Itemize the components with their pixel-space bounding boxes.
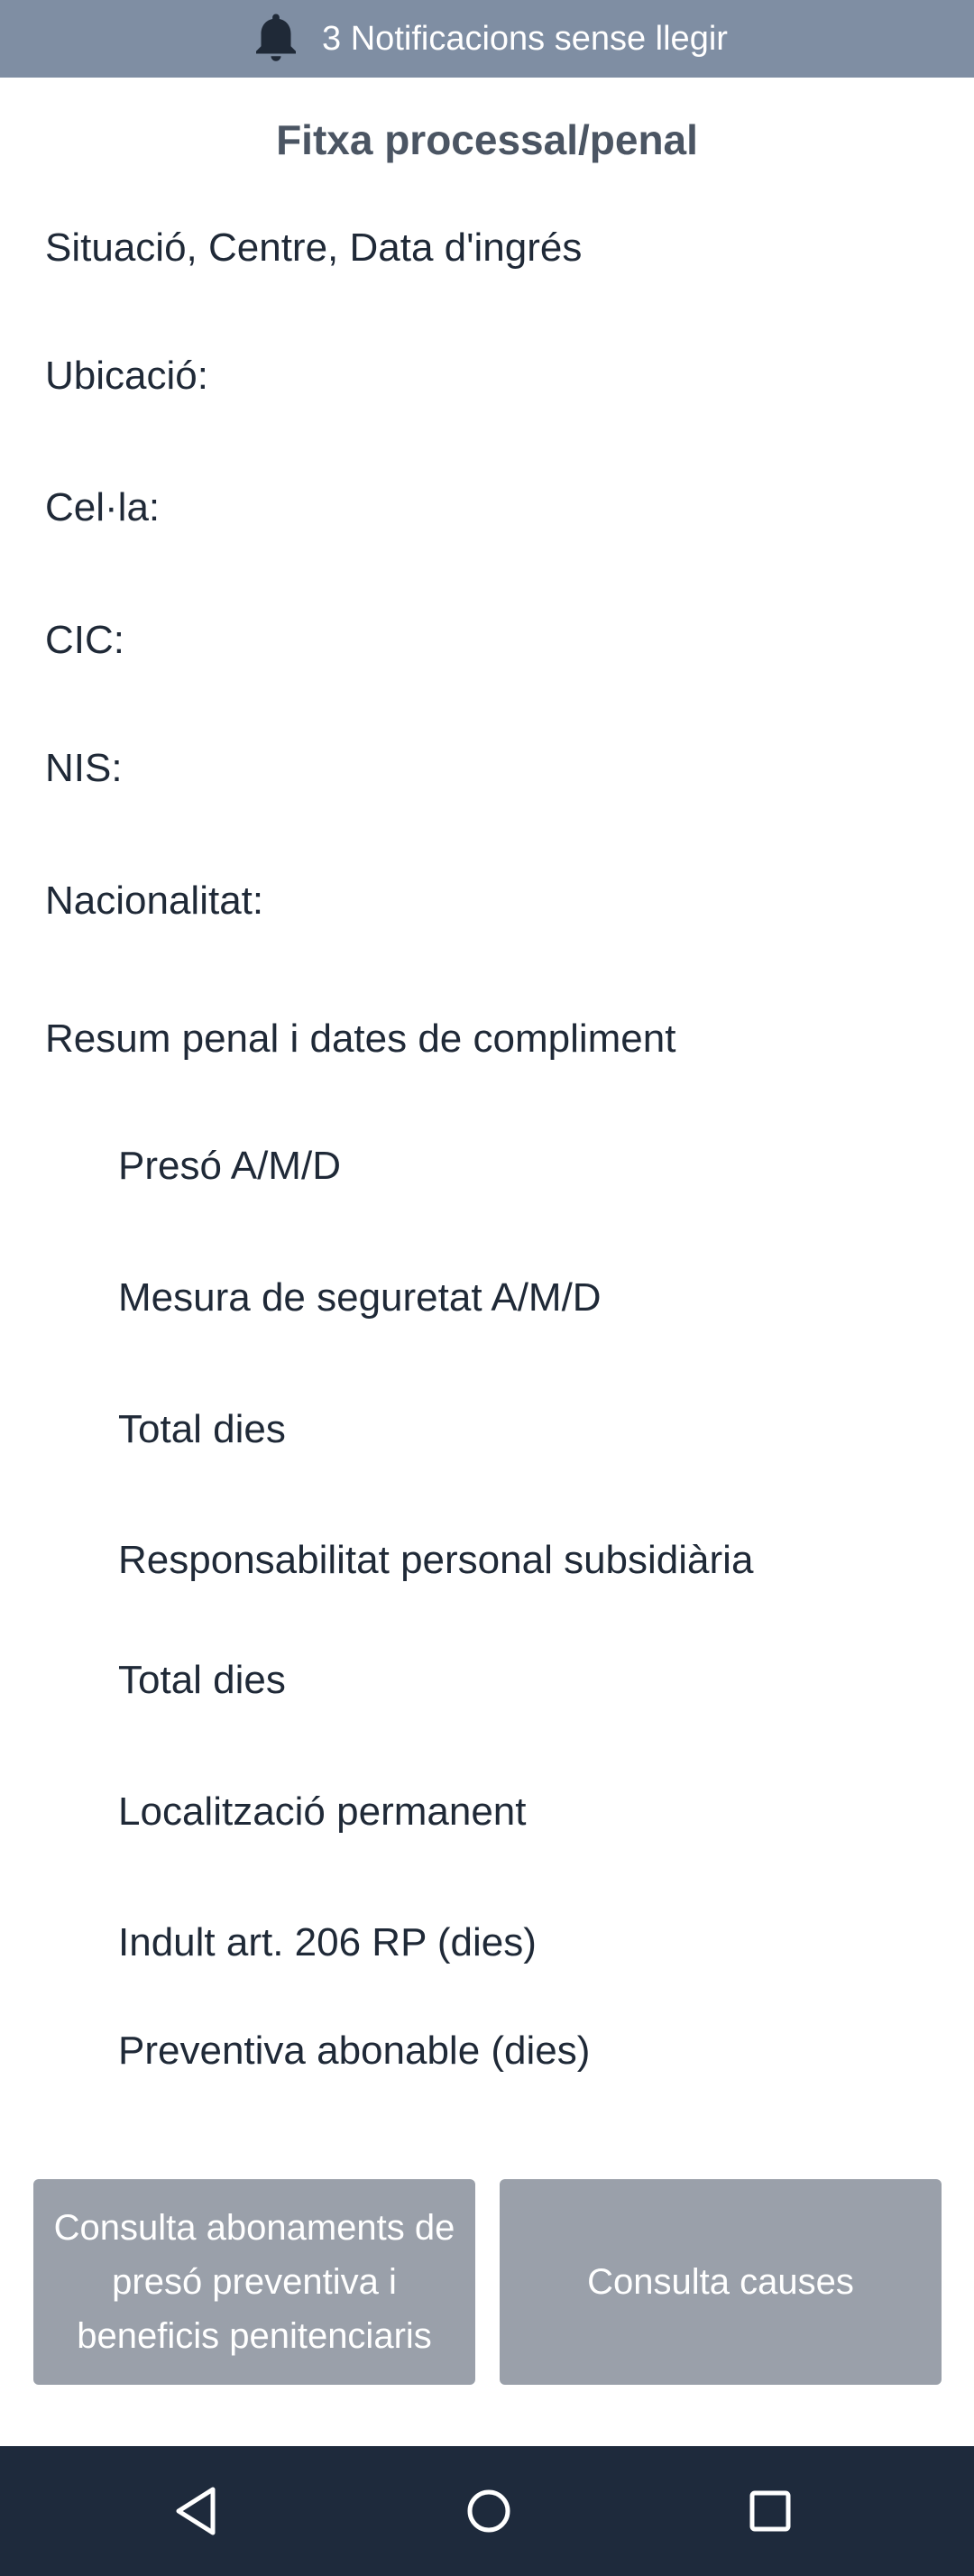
resum-penal-heading: Resum penal i dates de compliment: [45, 1017, 676, 1061]
notification-bar[interactable]: 3 Notificacions sense llegir: [0, 0, 974, 78]
consulta-causes-button[interactable]: Consulta causes: [500, 2179, 942, 2385]
cic-label: CIC:: [45, 618, 124, 662]
total-dies-label-2: Total dies: [118, 1658, 286, 1702]
ubicacio-label: Ubicació:: [45, 354, 208, 398]
home-circle-icon[interactable]: [460, 2482, 518, 2540]
total-dies-label: Total dies: [118, 1407, 286, 1451]
back-triangle-icon[interactable]: [168, 2482, 225, 2540]
cella-label: Cel·la:: [45, 485, 161, 529]
nis-label: NIS:: [45, 746, 123, 790]
system-navigation-bar: [0, 2446, 974, 2576]
preventiva-label: Preventiva abonable (dies): [118, 2029, 591, 2073]
mesura-seguretat-label: Mesura de seguretat A/M/D: [118, 1275, 602, 1320]
consulta-abonaments-button[interactable]: Consulta abonaments de presó preventiva …: [33, 2179, 475, 2385]
recents-square-icon[interactable]: [741, 2482, 799, 2540]
situacio-label: Situació, Centre, Data d'ingrés: [45, 225, 583, 270]
notification-text: 3 Notificacions sense llegir: [322, 19, 728, 58]
indult-label: Indult art. 206 RP (dies): [118, 1920, 537, 1964]
page-title: Fitxa processal/penal: [276, 116, 698, 163]
preso-label: Presó A/M/D: [118, 1144, 341, 1188]
bell-icon: [256, 14, 297, 61]
responsabilitat-label: Responsabilitat personal subsidiària: [118, 1538, 754, 1582]
localitzacio-label: Localització permanent: [118, 1789, 527, 1834]
nacionalitat-label: Nacionalitat:: [45, 879, 264, 923]
